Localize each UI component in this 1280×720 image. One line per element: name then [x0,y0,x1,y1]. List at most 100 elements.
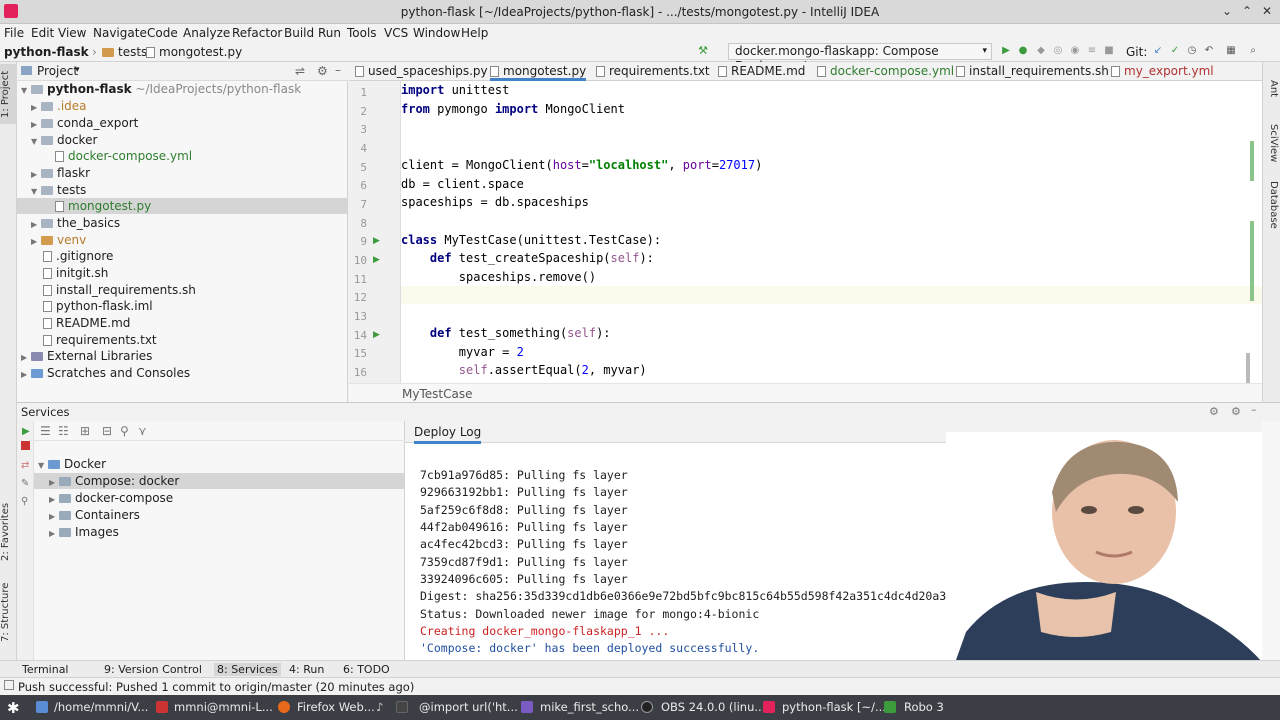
close-icon[interactable]: ✕ [1262,4,1272,18]
menu-analyze[interactable]: Analyze [183,26,230,40]
tool-tab-project[interactable]: 1: Project [0,64,17,124]
tree-item-external-libraries[interactable]: ▶ External Libraries [21,348,152,364]
code-line[interactable]: spaceships = db.spaceships [401,195,589,209]
minimize-icon[interactable]: ⌄ [1222,4,1232,18]
run-icon[interactable]: ▶ [22,426,30,437]
hide-panel-icon[interactable]: – [1251,403,1257,416]
collapse-all-icon[interactable]: ☷ [58,424,69,438]
tool-tab-todo[interactable]: 6: TODO [343,663,390,676]
services-settings-icon[interactable]: ⚙ [1209,405,1219,418]
stop-icon[interactable]: ■ [1104,46,1114,56]
tab-readme[interactable]: README.md [718,64,805,78]
taskbar-item-terminal[interactable]: mmni@mmni-L... [174,700,273,714]
tab-my-export[interactable]: my_export.yml [1111,64,1214,78]
collapse-all-icon[interactable]: ⇌ [295,64,305,78]
git-update-icon[interactable]: ↙ [1153,46,1163,56]
run-icon[interactable]: ▶ [1001,46,1011,56]
tree-item-tests[interactable]: ▼ tests [31,182,86,198]
breadcrumb-project[interactable]: python-flask [4,45,89,59]
tree-item-flaskr[interactable]: ▶ flaskr [31,165,90,181]
tab-deploy-log[interactable]: Deploy Log [414,425,482,444]
tree-item-mongotest[interactable]: mongotest.py [17,198,347,214]
taskbar-item-robo3t[interactable]: Robo 3 [904,700,944,714]
taskbar-item-obs[interactable]: OBS 24.0.0 (linu... [661,700,765,714]
tree-item-readme[interactable]: README.md [43,315,130,331]
git-history-icon[interactable]: ◷ [1187,46,1197,56]
code-line[interactable]: spaceships.remove() [401,270,596,284]
tab-used-spaceships[interactable]: used_spaceships.py [355,64,488,78]
tree-item-install-requirements[interactable]: install_requirements.sh [43,282,196,298]
menu-window[interactable]: Window [413,26,460,40]
tool-tab-database[interactable]: Database [1265,180,1279,230]
tool-tab-sciview[interactable]: SciView [1265,118,1279,168]
code-line[interactable]: self.assertEqual(2, myvar) [401,363,647,377]
tool-tab-terminal[interactable]: Terminal [22,663,69,676]
code-line[interactable]: class MyTestCase(unittest.TestCase): [401,233,661,247]
speaker-icon[interactable]: ♪ [376,700,383,714]
edit-icon[interactable]: ✎ [21,478,29,489]
tab-install-requirements[interactable]: install_requirements.sh [956,64,1109,78]
tree-item-gitignore[interactable]: .gitignore [43,248,113,264]
debug-icon[interactable]: ● [1018,46,1028,56]
taskbar-item-firefox[interactable]: Firefox Web... [297,700,375,714]
code-line[interactable]: def test_createSpaceship(self): [401,251,654,265]
run-test-method-icon[interactable]: ▶ [373,330,380,340]
pin-icon[interactable]: ⋎ [138,424,147,438]
stop-icon[interactable] [21,441,30,450]
services-tree-compose-docker[interactable]: ▶ Compose: docker [34,473,405,489]
menu-view[interactable]: View [58,26,86,40]
menu-tools[interactable]: Tools [347,26,377,40]
toggle-tool-windows-icon[interactable] [4,680,14,690]
menu-code[interactable]: Code [147,26,178,40]
tree-item-idea[interactable]: ▶ .idea [31,98,87,114]
expand-all-icon[interactable]: ☰ [40,424,51,438]
code-line[interactable]: db = client.space [401,177,524,191]
run-configuration-select[interactable]: docker.mongo-flaskapp: Compose Deploymen… [728,43,992,73]
run-test-class-icon[interactable]: ▶ [373,236,380,246]
deploy-icon[interactable]: ⇄ [21,460,29,471]
taskbar-item-files[interactable]: /home/mmni/V... [54,700,148,714]
editor-scrollbar[interactable] [1246,81,1260,383]
menu-refactor[interactable]: Refactor [232,26,282,40]
profile-icon[interactable]: ◎ [1053,46,1063,56]
tool-tab-services[interactable]: 8: Services [214,663,281,676]
code-line[interactable]: def test_something(self): [401,326,611,340]
hide-panel-icon[interactable]: – [335,63,341,77]
taskbar-item-school[interactable]: mike_first_scho... [540,700,639,714]
attach-icon[interactable]: ◉ [1070,46,1080,56]
code-line[interactable]: client = MongoClient(host="localhost", p… [401,158,762,172]
menu-file[interactable]: File [4,26,24,40]
tool-tab-run[interactable]: 4: Run [289,663,324,676]
tree-item-iml[interactable]: python-flask.iml [43,298,153,314]
maximize-icon[interactable]: ⌃ [1242,4,1252,18]
group-by-icon[interactable]: ⊞ [80,424,90,438]
project-structure-icon[interactable]: ▦ [1226,46,1236,56]
tree-item-docker[interactable]: ▼ docker [31,132,97,148]
taskbar-item-intellij[interactable]: python-flask [~/... [782,700,886,714]
rerun-icon[interactable]: ≡ [1087,46,1097,56]
tree-item-venv[interactable]: ▶ venv [31,232,86,248]
scroll-thumb[interactable] [1246,353,1250,383]
tab-docker-compose[interactable]: docker-compose.yml [817,64,954,78]
coverage-icon[interactable]: ◆ [1036,46,1046,56]
code-line[interactable]: from pymongo import MongoClient [401,102,625,116]
menu-help[interactable]: Help [461,26,488,40]
services-tree-docker-compose[interactable]: ▶ docker-compose [49,490,173,506]
menu-navigate[interactable]: Navigate [93,26,147,40]
build-hammer-icon[interactable]: ⚒ [698,45,708,56]
filter-icon[interactable]: ⚲ [21,496,28,507]
tree-item-initgit[interactable]: initgit.sh [43,265,108,281]
services-tree-containers[interactable]: ▶ Containers [49,507,140,523]
start-menu-icon[interactable]: ✱ [7,699,20,717]
tree-item-scratches[interactable]: ▶ Scratches and Consoles [21,365,190,381]
editor-breadcrumb[interactable]: MyTestCase [402,387,472,401]
run-test-method-icon[interactable]: ▶ [373,255,380,265]
tree-root[interactable]: ▼ python-flask ~/IdeaProjects/python-flas… [21,81,301,97]
add-service-icon[interactable]: ⊟ [102,424,112,438]
code-line[interactable]: myvar = 2 [401,345,524,359]
services-tree-docker[interactable]: ▼ Docker [38,456,106,472]
tool-tab-version-control[interactable]: 9: Version Control [104,663,202,676]
search-everywhere-icon[interactable]: ⌕ [1248,46,1258,56]
taskbar-item-css[interactable]: @import url('ht... [419,700,518,714]
gear-icon[interactable]: ⚙ [317,64,328,78]
